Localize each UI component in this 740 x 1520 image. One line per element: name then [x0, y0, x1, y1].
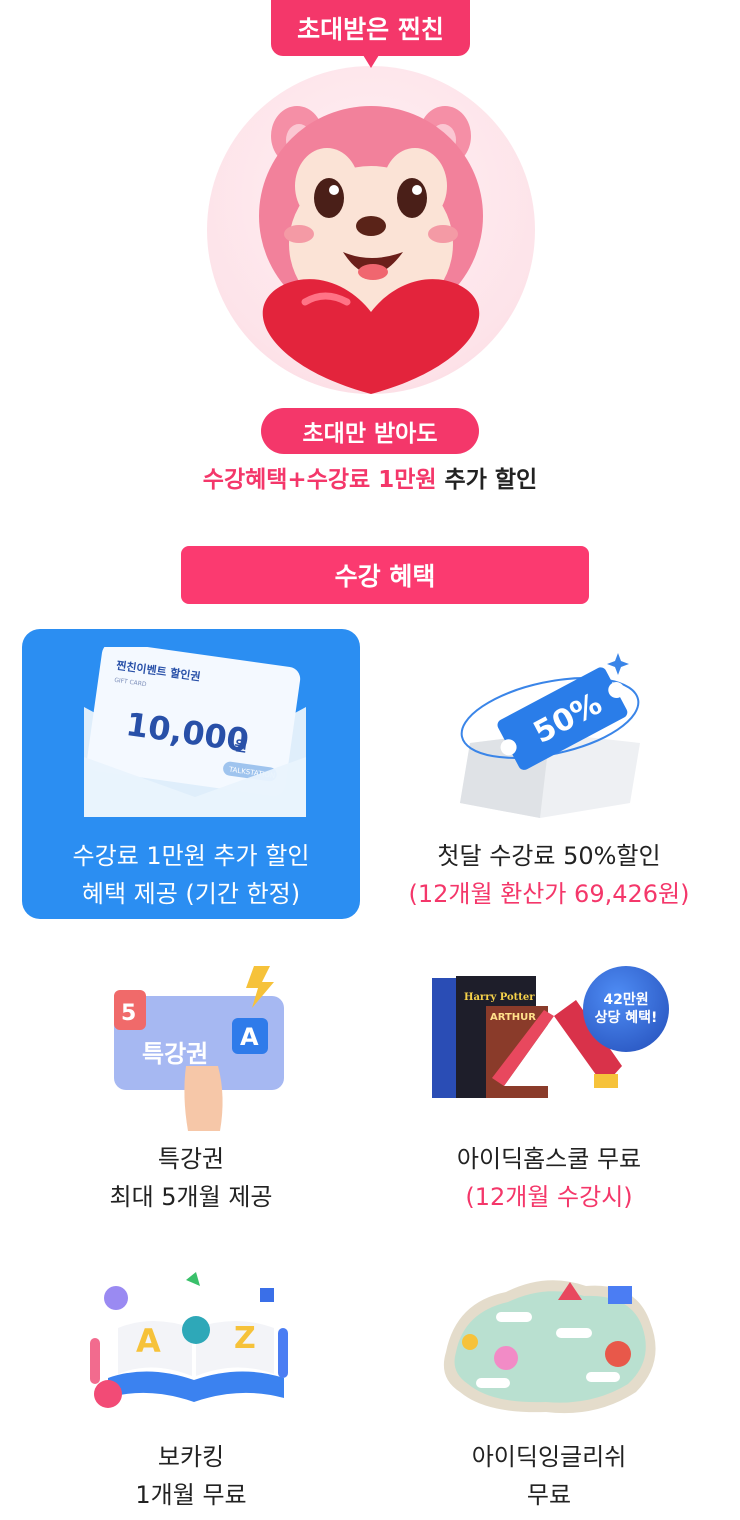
discount-ticket-icon: 50%	[460, 653, 640, 818]
mascot-avatar	[207, 66, 535, 394]
benefit-2-line-1: 첫달 수강료 50%할인	[437, 842, 661, 870]
value-chip: 42만원 상당 혜택!	[583, 966, 669, 1052]
section-title: 수강 혜택	[334, 562, 436, 591]
lecture-num: 5	[121, 1001, 136, 1026]
mascot-illustration	[259, 106, 483, 394]
svg-text:Z: Z	[234, 1321, 256, 1356]
invite-only-label: 초대만 받아도	[302, 421, 438, 447]
benefit-3-line-2: 최대 5개월 제공	[109, 1183, 273, 1211]
benefit-6-line-2: 무료	[526, 1481, 572, 1509]
svg-text:A: A	[136, 1322, 161, 1360]
value-chip-line-2: 상당 혜택!	[594, 1010, 658, 1026]
benefit-card-lecture[interactable]: 5 특강권 A 특강권 최대 5개월 제공	[22, 950, 360, 1220]
benefit-card-idict-english[interactable]: 아이딕잉글리쉬 무료	[380, 1262, 718, 1512]
benefit-2-line-2: (12개월 환산가 69,426원)	[408, 880, 690, 908]
invited-friend-label: 초대받은 찐친	[297, 15, 444, 44]
invite-discount-highlight: 수강혜택+수강료 1만원	[202, 467, 437, 493]
coupon-envelope-icon: 찐친이벤트 할인권 GIFT CARD 10,000 원 TALKSTATION	[84, 647, 306, 817]
section-title-bar: 수강 혜택	[181, 546, 589, 604]
book-title-2: ARTHUR	[490, 1012, 536, 1023]
benefit-3-line-1: 특강권	[157, 1145, 225, 1173]
invite-discount-suffix: 추가 할인	[436, 467, 538, 493]
benefit-4-line-1: 아이딕홈스쿨 무료	[456, 1145, 642, 1173]
book-title-1: Harry Potter	[464, 992, 535, 1003]
invite-discount-line: 수강혜택+수강료 1만원 추가 할인	[0, 460, 740, 494]
value-chip-line-1: 42만원	[603, 992, 649, 1008]
benefit-card-homeschool[interactable]: Harry Potter ARTHUR 아이딕홈스쿨 무료 (12개월 수강시)	[380, 950, 718, 1220]
benefit-card-coupon[interactable]: 찐친이벤트 할인권 GIFT CARD 10,000 원 TALKSTATION…	[22, 629, 360, 919]
coupon-unit: 원	[233, 738, 248, 756]
benefit-1-line-1: 수강료 1만원 추가 할인	[72, 842, 310, 870]
benefit-4-line-2: (12개월 수강시)	[465, 1183, 633, 1211]
benefit-1-line-2: 혜택 제공 (기간 한정)	[81, 880, 301, 908]
learning-map-icon	[443, 1280, 656, 1414]
benefit-5-line-2: 1개월 무료	[135, 1481, 247, 1509]
lecture-letter: A	[240, 1023, 259, 1051]
vocaking-book-icon: A Z	[90, 1272, 288, 1408]
benefit-6-line-1: 아이딕잉글리쉬	[471, 1443, 627, 1471]
invited-friend-badge: 초대받은 찐친	[271, 0, 470, 68]
badge-tail	[363, 55, 379, 68]
benefit-5-line-1: 보카킹	[157, 1443, 225, 1471]
invite-only-pill: 초대만 받아도	[261, 408, 479, 454]
lecture-ticket-icon: 5 특강권 A	[114, 966, 284, 1131]
lecture-text: 특강권	[142, 1040, 208, 1068]
benefit-card-vocaking[interactable]: A Z 보카킹 1개월 무료	[22, 1262, 360, 1512]
benefit-card-first-month[interactable]: 50% 첫달 수강료 50%할인 (12개월 환산가 69,426원)	[380, 629, 718, 919]
